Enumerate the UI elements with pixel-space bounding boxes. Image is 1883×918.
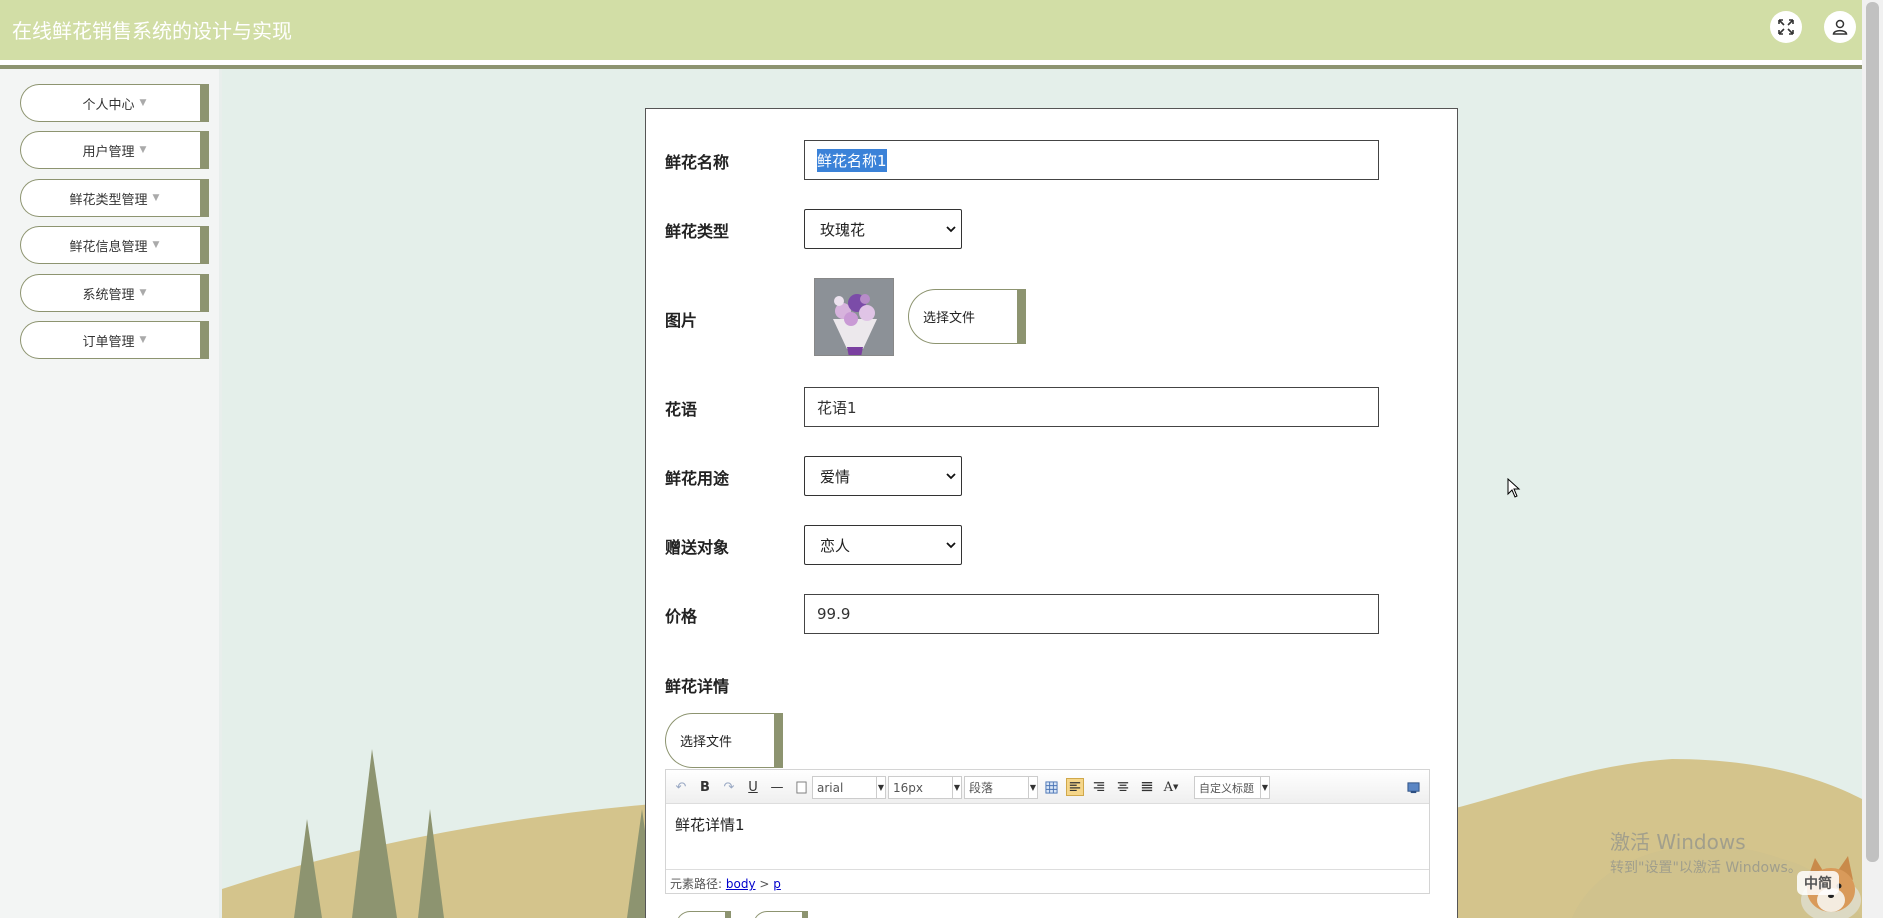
image-choose-file-label: 选择文件 — [923, 311, 976, 326]
sidebar-item-flower-type-management[interactable]: 鲜花类型管理 ▼ — [20, 179, 209, 217]
user-icon — [1832, 19, 1848, 35]
path-body-link[interactable]: body — [726, 877, 756, 891]
font-size-value: 16px — [893, 780, 923, 795]
font-family-select[interactable]: arial ▼ — [812, 776, 886, 799]
recipient-value: 恋人 — [820, 536, 851, 555]
paragraph-value: 段落 — [969, 781, 994, 795]
font-color-label: A — [1163, 779, 1173, 795]
caret-down-icon: ▼ — [139, 288, 147, 298]
custom-title-value: 自定义标题 — [1199, 781, 1254, 795]
preview-icon[interactable] — [1404, 778, 1422, 796]
flower-name-input[interactable]: 鲜花名称1 — [804, 140, 1379, 180]
sidebar-item-order-management[interactable]: 订单管理 ▼ — [20, 321, 209, 359]
recipient-label: 赠送对象 — [665, 538, 730, 557]
flower-name-label: 鲜花名称 — [665, 153, 730, 172]
sidebar-item-label: 订单管理 — [82, 334, 135, 350]
undo-icon[interactable]: ↶ — [672, 778, 690, 796]
price-value: 99.9 — [817, 605, 851, 623]
flower-language-label: 花语 — [665, 400, 698, 419]
price-input[interactable]: 99.9 — [804, 594, 1379, 634]
price-label: 价格 — [665, 607, 698, 626]
caret-down-icon: ▼ — [139, 98, 147, 108]
sidebar-item-user-management[interactable]: 用户管理 ▼ — [20, 131, 209, 169]
page-scrollbar[interactable] — [1862, 0, 1883, 918]
path-separator: > — [759, 877, 770, 891]
caret-down-icon: ▼ — [1028, 777, 1037, 798]
editor-toolbar: ↶ B ↷ U — arial ▼ 16px ▼ 段落 ▼ A ▼ 自定义标题 … — [666, 770, 1429, 804]
flower-image-thumbnail — [814, 278, 894, 356]
detail-choose-file-button[interactable]: 选择文件 — [665, 713, 783, 768]
sidebar-item-flower-info-management[interactable]: 鲜花信息管理 ▼ — [20, 226, 209, 264]
editor-element-path: 元素路径: body > p — [666, 869, 1429, 893]
flower-type-label: 鲜花类型 — [665, 222, 730, 241]
app-title: 在线鲜花销售系统的设计与实现 — [12, 19, 292, 43]
editor-content[interactable]: 鲜花详情1 — [675, 814, 745, 835]
sidebar-item-personal-center[interactable]: 个人中心 ▼ — [20, 84, 209, 122]
caret-down-icon: ▼ — [952, 777, 961, 798]
caret-down-icon: ▼ — [1173, 783, 1179, 791]
chevron-down-icon — [946, 473, 956, 480]
caret-down-icon: ▼ — [139, 145, 147, 155]
align-right-icon[interactable] — [1090, 778, 1108, 796]
sidebar-item-system-management[interactable]: 系统管理 ▼ — [20, 274, 209, 312]
custom-title-select[interactable]: 自定义标题 ▼ — [1194, 776, 1270, 799]
flower-edit-form: 鲜花名称 鲜花名称1 鲜花类型 玫瑰花 图片 选择文件 花语 花语1 鲜花用途 … — [645, 108, 1458, 918]
sidebar-item-label: 系统管理 — [82, 287, 135, 303]
sidebar: 个人中心 ▼ 用户管理 ▼ 鲜花类型管理 ▼ 鲜花信息管理 ▼ 系统管理 ▼ 订… — [0, 69, 222, 918]
chevron-down-icon — [946, 542, 956, 549]
ime-indicator[interactable]: 中简 — [1797, 871, 1839, 895]
caret-down-icon: ▼ — [152, 193, 160, 203]
horizontal-rule-icon[interactable]: — — [768, 778, 786, 796]
path-p-link[interactable]: p — [773, 877, 781, 891]
underline-button[interactable]: U — [744, 778, 762, 796]
font-color-button[interactable]: A ▼ — [1162, 778, 1180, 796]
sidebar-item-label: 鲜花信息管理 — [69, 239, 148, 255]
sidebar-item-label: 用户管理 — [82, 144, 135, 160]
scrollbar-thumb[interactable] — [1866, 2, 1879, 862]
align-justify-icon[interactable] — [1138, 778, 1156, 796]
submit-button[interactable] — [676, 911, 731, 918]
flower-usage-value: 爱情 — [820, 467, 851, 486]
flower-usage-select[interactable]: 爱情 — [804, 456, 962, 496]
flower-type-value: 玫瑰花 — [820, 220, 866, 239]
redo-icon[interactable]: ↷ — [720, 778, 738, 796]
flower-language-value: 花语1 — [817, 398, 857, 417]
align-center-icon[interactable] — [1114, 778, 1132, 796]
flower-type-select[interactable]: 玫瑰花 — [804, 209, 962, 249]
recipient-select[interactable]: 恋人 — [804, 525, 962, 565]
expand-arrows-icon — [1778, 19, 1794, 35]
flower-name-value: 鲜花名称1 — [817, 148, 887, 172]
flower-detail-label: 鲜花详情 — [665, 677, 730, 696]
image-label: 图片 — [665, 311, 698, 330]
image-choose-file-button[interactable]: 选择文件 — [908, 289, 1026, 344]
mouse-cursor-icon — [1507, 478, 1521, 498]
element-path-label: 元素路径: — [670, 877, 723, 891]
rich-text-editor[interactable]: ↶ B ↷ U — arial ▼ 16px ▼ 段落 ▼ A ▼ 自定义标题 … — [665, 769, 1430, 894]
cancel-button[interactable] — [753, 911, 808, 918]
caret-down-icon: ▼ — [876, 777, 885, 798]
caret-down-icon: ▼ — [152, 240, 160, 250]
table-icon[interactable] — [1042, 778, 1060, 796]
paragraph-select[interactable]: 段落 ▼ — [964, 776, 1038, 799]
bold-button[interactable]: B — [696, 778, 714, 796]
sidebar-item-label: 鲜花类型管理 — [69, 192, 148, 208]
watermark-line2: 转到"设置"以激活 Windows。 — [1610, 860, 1802, 876]
sidebar-item-label: 个人中心 — [82, 97, 135, 113]
align-left-icon[interactable] — [1066, 778, 1084, 796]
windows-activation-watermark: 激活 Windows 转到"设置"以激活 Windows。 — [1610, 826, 1802, 877]
caret-down-icon: ▼ — [1260, 777, 1269, 798]
fullscreen-button[interactable] — [1770, 11, 1802, 43]
caret-down-icon: ▼ — [139, 335, 147, 345]
flower-usage-label: 鲜花用途 — [665, 469, 730, 488]
font-family-value: arial — [817, 780, 844, 795]
font-size-select[interactable]: 16px ▼ — [888, 776, 962, 799]
user-button[interactable] — [1824, 11, 1856, 43]
detail-choose-file-label: 选择文件 — [680, 735, 733, 750]
flower-language-input[interactable]: 花语1 — [804, 387, 1379, 427]
page-icon[interactable] — [792, 778, 810, 796]
watermark-line1: 激活 Windows — [1610, 830, 1746, 854]
app-header: 在线鲜花销售系统的设计与实现 — [0, 0, 1862, 60]
chevron-down-icon — [946, 226, 956, 233]
